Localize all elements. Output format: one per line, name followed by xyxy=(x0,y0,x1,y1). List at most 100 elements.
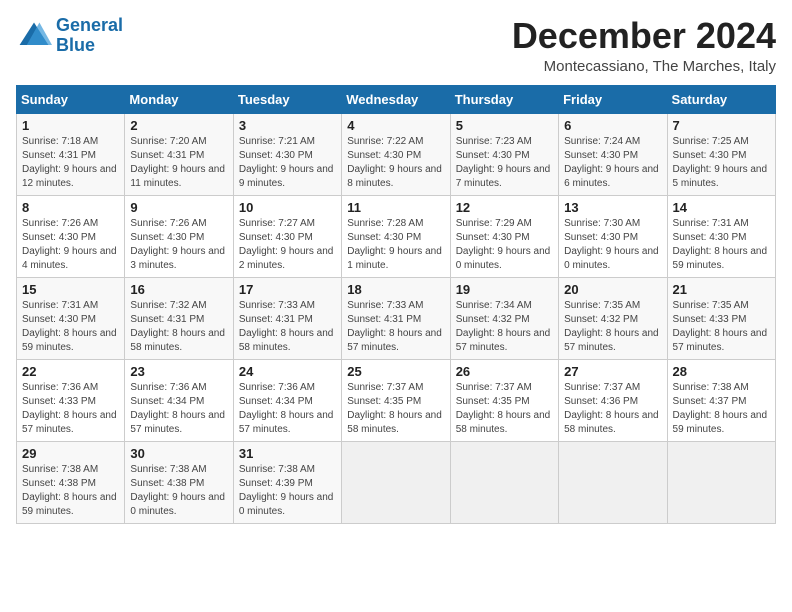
calendar-cell: 12 Sunrise: 7:29 AM Sunset: 4:30 PM Dayl… xyxy=(450,195,558,277)
day-info: Sunrise: 7:35 AM Sunset: 4:33 PM Dayligh… xyxy=(673,299,770,355)
calendar-cell: 19 Sunrise: 7:34 AM Sunset: 4:32 PM Dayl… xyxy=(450,277,558,359)
day-info: Sunrise: 7:27 AM Sunset: 4:30 PM Dayligh… xyxy=(239,217,336,273)
header-sunday: Sunday xyxy=(17,85,125,113)
day-info: Sunrise: 7:33 AM Sunset: 4:31 PM Dayligh… xyxy=(239,299,336,355)
calendar-cell: 18 Sunrise: 7:33 AM Sunset: 4:31 PM Dayl… xyxy=(342,277,450,359)
calendar-cell: 25 Sunrise: 7:37 AM Sunset: 4:35 PM Dayl… xyxy=(342,359,450,441)
day-number: 25 xyxy=(347,364,444,379)
day-number: 7 xyxy=(673,118,770,133)
day-number: 16 xyxy=(130,282,227,297)
calendar-cell: 17 Sunrise: 7:33 AM Sunset: 4:31 PM Dayl… xyxy=(233,277,341,359)
day-number: 5 xyxy=(456,118,553,133)
calendar-cell: 4 Sunrise: 7:22 AM Sunset: 4:30 PM Dayli… xyxy=(342,113,450,195)
calendar-week-row: 8 Sunrise: 7:26 AM Sunset: 4:30 PM Dayli… xyxy=(17,195,776,277)
day-info: Sunrise: 7:20 AM Sunset: 4:31 PM Dayligh… xyxy=(130,135,227,191)
day-info: Sunrise: 7:22 AM Sunset: 4:30 PM Dayligh… xyxy=(347,135,444,191)
day-number: 20 xyxy=(564,282,661,297)
calendar-cell: 9 Sunrise: 7:26 AM Sunset: 4:30 PM Dayli… xyxy=(125,195,233,277)
calendar-cell: 3 Sunrise: 7:21 AM Sunset: 4:30 PM Dayli… xyxy=(233,113,341,195)
calendar-cell: 14 Sunrise: 7:31 AM Sunset: 4:30 PM Dayl… xyxy=(667,195,775,277)
day-number: 8 xyxy=(22,200,119,215)
day-info: Sunrise: 7:36 AM Sunset: 4:33 PM Dayligh… xyxy=(22,381,119,437)
day-number: 18 xyxy=(347,282,444,297)
calendar-cell: 28 Sunrise: 7:38 AM Sunset: 4:37 PM Dayl… xyxy=(667,359,775,441)
day-info: Sunrise: 7:23 AM Sunset: 4:30 PM Dayligh… xyxy=(456,135,553,191)
header-monday: Monday xyxy=(125,85,233,113)
calendar-cell xyxy=(667,441,775,523)
calendar-cell: 16 Sunrise: 7:32 AM Sunset: 4:31 PM Dayl… xyxy=(125,277,233,359)
day-number: 4 xyxy=(347,118,444,133)
day-number: 9 xyxy=(130,200,227,215)
day-number: 12 xyxy=(456,200,553,215)
day-number: 22 xyxy=(22,364,119,379)
logo-line2: Blue xyxy=(56,35,95,55)
day-info: Sunrise: 7:26 AM Sunset: 4:30 PM Dayligh… xyxy=(22,217,119,273)
calendar-cell: 20 Sunrise: 7:35 AM Sunset: 4:32 PM Dayl… xyxy=(559,277,667,359)
day-number: 19 xyxy=(456,282,553,297)
header-friday: Friday xyxy=(559,85,667,113)
header-wednesday: Wednesday xyxy=(342,85,450,113)
day-number: 3 xyxy=(239,118,336,133)
day-number: 26 xyxy=(456,364,553,379)
calendar-cell: 10 Sunrise: 7:27 AM Sunset: 4:30 PM Dayl… xyxy=(233,195,341,277)
day-number: 17 xyxy=(239,282,336,297)
day-number: 21 xyxy=(673,282,770,297)
calendar-week-row: 22 Sunrise: 7:36 AM Sunset: 4:33 PM Dayl… xyxy=(17,359,776,441)
day-info: Sunrise: 7:26 AM Sunset: 4:30 PM Dayligh… xyxy=(130,217,227,273)
calendar-cell: 7 Sunrise: 7:25 AM Sunset: 4:30 PM Dayli… xyxy=(667,113,775,195)
calendar-cell xyxy=(450,441,558,523)
calendar-week-row: 1 Sunrise: 7:18 AM Sunset: 4:31 PM Dayli… xyxy=(17,113,776,195)
day-info: Sunrise: 7:36 AM Sunset: 4:34 PM Dayligh… xyxy=(130,381,227,437)
calendar-cell xyxy=(342,441,450,523)
day-number: 27 xyxy=(564,364,661,379)
day-info: Sunrise: 7:37 AM Sunset: 4:35 PM Dayligh… xyxy=(347,381,444,437)
day-info: Sunrise: 7:29 AM Sunset: 4:30 PM Dayligh… xyxy=(456,217,553,273)
day-info: Sunrise: 7:32 AM Sunset: 4:31 PM Dayligh… xyxy=(130,299,227,355)
calendar-cell: 27 Sunrise: 7:37 AM Sunset: 4:36 PM Dayl… xyxy=(559,359,667,441)
day-info: Sunrise: 7:37 AM Sunset: 4:35 PM Dayligh… xyxy=(456,381,553,437)
calendar-cell: 21 Sunrise: 7:35 AM Sunset: 4:33 PM Dayl… xyxy=(667,277,775,359)
calendar-cell: 2 Sunrise: 7:20 AM Sunset: 4:31 PM Dayli… xyxy=(125,113,233,195)
day-info: Sunrise: 7:30 AM Sunset: 4:30 PM Dayligh… xyxy=(564,217,661,273)
day-info: Sunrise: 7:24 AM Sunset: 4:30 PM Dayligh… xyxy=(564,135,661,191)
day-number: 6 xyxy=(564,118,661,133)
day-info: Sunrise: 7:38 AM Sunset: 4:37 PM Dayligh… xyxy=(673,381,770,437)
day-info: Sunrise: 7:21 AM Sunset: 4:30 PM Dayligh… xyxy=(239,135,336,191)
day-info: Sunrise: 7:34 AM Sunset: 4:32 PM Dayligh… xyxy=(456,299,553,355)
day-number: 10 xyxy=(239,200,336,215)
day-number: 2 xyxy=(130,118,227,133)
calendar-cell: 29 Sunrise: 7:38 AM Sunset: 4:38 PM Dayl… xyxy=(17,441,125,523)
day-info: Sunrise: 7:31 AM Sunset: 4:30 PM Dayligh… xyxy=(22,299,119,355)
day-info: Sunrise: 7:37 AM Sunset: 4:36 PM Dayligh… xyxy=(564,381,661,437)
day-number: 11 xyxy=(347,200,444,215)
calendar-cell: 5 Sunrise: 7:23 AM Sunset: 4:30 PM Dayli… xyxy=(450,113,558,195)
calendar-cell: 15 Sunrise: 7:31 AM Sunset: 4:30 PM Dayl… xyxy=(17,277,125,359)
day-number: 31 xyxy=(239,446,336,461)
calendar-cell: 8 Sunrise: 7:26 AM Sunset: 4:30 PM Dayli… xyxy=(17,195,125,277)
logo-text: General Blue xyxy=(56,16,123,56)
calendar-cell: 24 Sunrise: 7:36 AM Sunset: 4:34 PM Dayl… xyxy=(233,359,341,441)
day-number: 23 xyxy=(130,364,227,379)
calendar-cell: 11 Sunrise: 7:28 AM Sunset: 4:30 PM Dayl… xyxy=(342,195,450,277)
title-block: December 2024 Montecassiano, The Marches… xyxy=(512,16,776,75)
day-info: Sunrise: 7:28 AM Sunset: 4:30 PM Dayligh… xyxy=(347,217,444,273)
page-header: General Blue December 2024 Montecassiano… xyxy=(16,16,776,75)
day-number: 13 xyxy=(564,200,661,215)
day-number: 14 xyxy=(673,200,770,215)
calendar-cell: 31 Sunrise: 7:38 AM Sunset: 4:39 PM Dayl… xyxy=(233,441,341,523)
calendar-cell: 22 Sunrise: 7:36 AM Sunset: 4:33 PM Dayl… xyxy=(17,359,125,441)
header-tuesday: Tuesday xyxy=(233,85,341,113)
day-info: Sunrise: 7:35 AM Sunset: 4:32 PM Dayligh… xyxy=(564,299,661,355)
calendar-cell: 30 Sunrise: 7:38 AM Sunset: 4:38 PM Dayl… xyxy=(125,441,233,523)
calendar-cell: 13 Sunrise: 7:30 AM Sunset: 4:30 PM Dayl… xyxy=(559,195,667,277)
month-title: December 2024 xyxy=(512,16,776,56)
calendar-table: SundayMondayTuesdayWednesdayThursdayFrid… xyxy=(16,85,776,524)
day-info: Sunrise: 7:38 AM Sunset: 4:38 PM Dayligh… xyxy=(130,463,227,519)
calendar-week-row: 29 Sunrise: 7:38 AM Sunset: 4:38 PM Dayl… xyxy=(17,441,776,523)
calendar-cell: 26 Sunrise: 7:37 AM Sunset: 4:35 PM Dayl… xyxy=(450,359,558,441)
header-thursday: Thursday xyxy=(450,85,558,113)
calendar-week-row: 15 Sunrise: 7:31 AM Sunset: 4:30 PM Dayl… xyxy=(17,277,776,359)
day-info: Sunrise: 7:36 AM Sunset: 4:34 PM Dayligh… xyxy=(239,381,336,437)
calendar-cell: 1 Sunrise: 7:18 AM Sunset: 4:31 PM Dayli… xyxy=(17,113,125,195)
day-info: Sunrise: 7:18 AM Sunset: 4:31 PM Dayligh… xyxy=(22,135,119,191)
